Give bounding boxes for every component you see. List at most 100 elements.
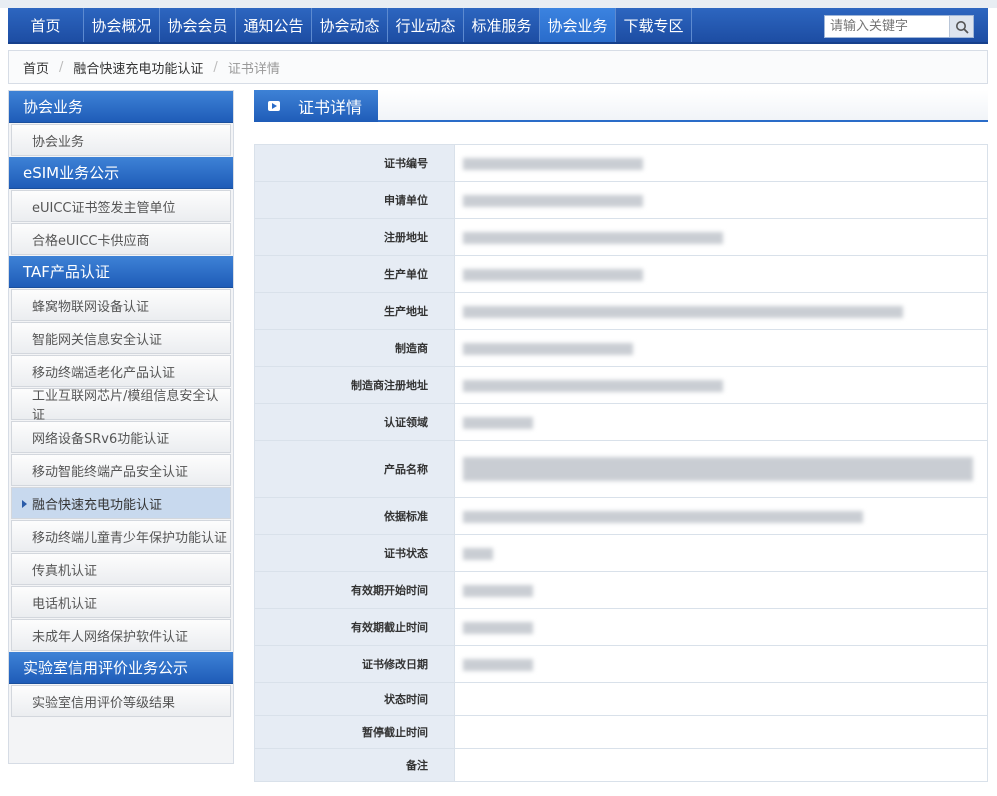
detail-value (454, 144, 988, 182)
detail-row: 注册地址 (254, 218, 988, 256)
sidebar-group-title[interactable]: TAF产品认证 (9, 256, 233, 288)
detail-row: 暂停截止时间 (254, 715, 988, 749)
sidebar-group-title[interactable]: 协会业务 (9, 91, 233, 123)
detail-row: 生产单位 (254, 255, 988, 293)
detail-value (454, 440, 988, 498)
detail-value (454, 403, 988, 441)
sidebar: 协会业务 协会业务 eSIM业务公示 eUICC证书签发主管单位 合格eUICC卡供应商… (8, 90, 234, 764)
detail-row: 有效期开始时间 (254, 571, 988, 609)
breadcrumb-current: 证书详情 (227, 61, 280, 77)
nav-item[interactable]: 通知公告 (236, 8, 312, 42)
detail-value (454, 645, 988, 683)
nav-item[interactable]: 首页 (8, 8, 84, 42)
detail-value (454, 366, 988, 404)
sidebar-item[interactable]: eUICC证书签发主管单位 (11, 190, 231, 222)
detail-label: 证书状态 (254, 534, 455, 572)
main-nav: 首页 协会概况 协会会员 通知公告 协会动态 行业动态 标准服务 协会业务 下载专区 (8, 8, 988, 44)
detail-row: 证书修改日期 (254, 645, 988, 683)
nav-item[interactable]: 协会概况 (84, 8, 160, 42)
detail-label: 产品名称 (254, 440, 455, 498)
sidebar-item[interactable]: 移动终端儿童青少年保护功能认证 (11, 520, 231, 552)
redacted-value (463, 547, 493, 560)
breadcrumb-separator: / (59, 59, 64, 75)
sidebar-item[interactable]: 传真机认证 (11, 553, 231, 585)
sidebar-item[interactable]: 协会业务 (11, 124, 231, 156)
page-title: 证书详情 (298, 98, 363, 117)
sidebar-item[interactable]: 融合快速充电功能认证 (11, 487, 231, 519)
detail-label: 暂停截止时间 (254, 715, 455, 749)
search-input[interactable] (825, 16, 949, 37)
detail-row: 制造商 (254, 329, 988, 367)
detail-label: 有效期开始时间 (254, 571, 455, 609)
detail-row: 有效期截止时间 (254, 608, 988, 646)
breadcrumb-section[interactable]: 融合快速充电功能认证 (73, 58, 203, 77)
detail-label: 状态时间 (254, 682, 455, 716)
sidebar-item[interactable]: 网络设备SRv6功能认证 (11, 421, 231, 453)
redacted-value (463, 416, 533, 429)
sidebar-item[interactable]: 工业互联网芯片/模组信息安全认证 (11, 388, 231, 423)
nav-item[interactable]: 下载专区 (616, 8, 692, 42)
redacted-value (463, 194, 643, 207)
sidebar-group-title[interactable]: eSIM业务公示 (9, 157, 233, 189)
sidebar-item[interactable]: 合格eUICC卡供应商 (11, 223, 231, 255)
play-icon (268, 101, 280, 111)
detail-row: 状态时间 (254, 682, 988, 716)
detail-row: 申请单位 (254, 181, 988, 219)
detail-label: 生产地址 (254, 292, 455, 330)
breadcrumb: 首页 / 融合快速充电功能认证 / 证书详情 (8, 50, 988, 84)
content-title-tab: 证书详情 (254, 90, 378, 122)
redacted-value (463, 342, 633, 355)
detail-label: 制造商 (254, 329, 455, 367)
detail-label: 注册地址 (254, 218, 455, 256)
detail-label: 认证领域 (254, 403, 455, 441)
detail-label: 证书修改日期 (254, 645, 455, 683)
detail-row: 证书状态 (254, 534, 988, 572)
detail-label: 依据标准 (254, 497, 455, 535)
search-icon (955, 20, 969, 34)
detail-label: 备注 (254, 748, 455, 782)
detail-value (454, 292, 988, 330)
redacted-value (463, 621, 533, 634)
breadcrumb-separator: / (213, 59, 218, 75)
detail-value (454, 715, 988, 749)
redacted-value (463, 379, 723, 392)
detail-row: 制造商注册地址 (254, 366, 988, 404)
sidebar-item[interactable]: 未成年人网络保护软件认证 (11, 619, 231, 651)
redacted-value (463, 157, 643, 170)
top-strip (0, 0, 997, 8)
detail-row: 认证领域 (254, 403, 988, 441)
main-content: 证书详情 证书编号 申请单位 注册地址 生产单位 生产地址 制造商 制造商注册地址 认证领域产… (254, 90, 988, 782)
redacted-value (463, 231, 723, 244)
detail-label: 制造商注册地址 (254, 366, 455, 404)
nav-item[interactable]: 标准服务 (464, 8, 540, 42)
nav-item[interactable]: 协会会员 (160, 8, 236, 42)
detail-value (454, 218, 988, 256)
search-box (824, 15, 974, 38)
redacted-value (463, 457, 973, 481)
sidebar-item[interactable]: 实验室信用评价等级结果 (11, 685, 231, 717)
nav-item[interactable]: 协会动态 (312, 8, 388, 42)
breadcrumb-home[interactable]: 首页 (23, 58, 49, 77)
sidebar-item[interactable]: 智能网关信息安全认证 (11, 322, 231, 354)
sidebar-item[interactable]: 移动智能终端产品安全认证 (11, 454, 231, 486)
content-header: 证书详情 (254, 90, 988, 122)
detail-value (454, 748, 988, 782)
detail-row: 证书编号 (254, 144, 988, 182)
detail-value (454, 534, 988, 572)
detail-value (454, 571, 988, 609)
redacted-value (463, 584, 533, 597)
detail-label: 申请单位 (254, 181, 455, 219)
sidebar-group-title[interactable]: 实验室信用评价业务公示 (9, 652, 233, 684)
sidebar-item[interactable]: 蜂窝物联网设备认证 (11, 289, 231, 321)
nav-item[interactable]: 行业动态 (388, 8, 464, 42)
redacted-value (463, 305, 903, 318)
detail-label: 证书编号 (254, 144, 455, 182)
sidebar-item[interactable]: 电话机认证 (11, 586, 231, 618)
sidebar-item[interactable]: 移动终端适老化产品认证 (11, 355, 231, 387)
detail-value (454, 329, 988, 367)
nav-item[interactable]: 协会业务 (540, 8, 616, 42)
detail-value (454, 255, 988, 293)
redacted-value (463, 268, 643, 281)
search-button[interactable] (949, 16, 973, 37)
certificate-detail-table: 证书编号 申请单位 注册地址 生产单位 生产地址 制造商 制造商注册地址 认证领域 产品名称 依据… (254, 144, 988, 782)
